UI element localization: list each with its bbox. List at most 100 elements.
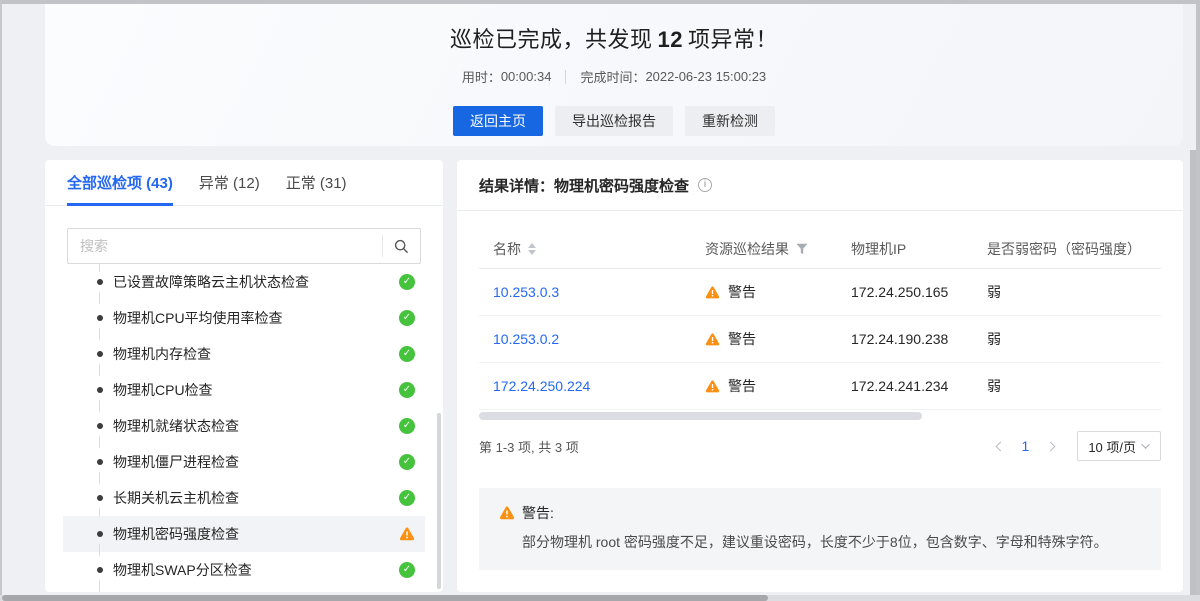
detail-title-label: 结果详情： <box>479 175 554 196</box>
tab-normal[interactable]: 正常 (31) <box>286 160 347 205</box>
warning-title: 警告: <box>522 503 554 523</box>
success-icon <box>399 346 415 362</box>
weak-cell: 弱 <box>987 376 1161 396</box>
back-home-button[interactable]: 返回主页 <box>453 106 543 136</box>
check-list-item[interactable]: 已设置故障策略云主机状态检查 <box>45 264 443 300</box>
next-page-button[interactable] <box>1039 435 1061 457</box>
current-page[interactable]: 1 <box>1022 438 1030 454</box>
tabs-bar: 全部巡检项 (43) 异常 (12) 正常 (31) <box>45 160 443 206</box>
bullet-icon <box>97 459 103 465</box>
page-size-select[interactable]: 10 项/页 <box>1077 431 1161 461</box>
title-suffix: 项异常！ <box>688 27 778 52</box>
tab-all-items[interactable]: 全部巡检项 (43) <box>67 160 173 205</box>
check-list-item[interactable]: 物理机SWAP分区检查 <box>45 552 443 588</box>
result-detail-panel: 结果详情： 物理机密码强度检查 名称 资源巡检结果 物理机IP 是否弱密码（密码… <box>457 160 1183 592</box>
duration-label: 用时： <box>462 67 501 86</box>
search-input[interactable] <box>68 238 382 254</box>
page-horizontal-scrollbar[interactable] <box>0 595 1200 601</box>
tab-abnormal[interactable]: 异常 (12) <box>199 160 260 205</box>
success-icon <box>399 274 415 290</box>
resource-link[interactable]: 172.24.250.224 <box>493 378 590 394</box>
success-icon <box>399 310 415 326</box>
weak-cell: 弱 <box>987 282 1161 302</box>
check-list-item-selected[interactable]: 物理机密码强度检查 <box>45 516 443 552</box>
table-horizontal-scrollbar[interactable] <box>479 412 922 420</box>
list-scrollbar[interactable] <box>437 413 441 589</box>
info-icon[interactable] <box>698 178 712 192</box>
finish-time-label: 完成时间： <box>580 67 645 86</box>
warning-message: 部分物理机 root 密码强度不足，建议重设密码，长度不少于8位，包含数字、字母… <box>522 532 1141 553</box>
window-border-right <box>1196 0 1200 601</box>
result-cell: 警告 <box>705 329 851 349</box>
sort-icon[interactable] <box>528 243 536 255</box>
bullet-icon <box>97 531 103 537</box>
warning-icon <box>499 505 515 521</box>
search-icon[interactable] <box>382 235 420 257</box>
success-icon <box>399 454 415 470</box>
finish-time-value: 2022-06-23 15:00:23 <box>645 69 766 84</box>
column-header-name[interactable]: 名称 <box>493 239 705 259</box>
ip-cell: 172.24.241.234 <box>851 378 987 394</box>
detail-title-value: 物理机密码强度检查 <box>554 175 689 196</box>
column-header-weak: 是否弱密码（密码强度） <box>987 239 1161 259</box>
bullet-icon <box>97 567 103 573</box>
page-horizontal-scrollbar-thumb[interactable] <box>2 595 768 601</box>
table-row: 172.24.250.224 警告 172.24.241.234 弱 <box>479 363 1161 410</box>
check-list-item[interactable]: 长期关机云主机检查 <box>45 480 443 516</box>
search-box <box>67 228 421 264</box>
recheck-button[interactable]: 重新检测 <box>685 106 775 136</box>
anomaly-count: 12 <box>658 27 683 52</box>
success-icon <box>399 418 415 434</box>
result-summary-header: 巡检已完成，共发现12项异常！ 用时： 00:00:34 完成时间： 2022-… <box>45 4 1183 146</box>
result-cell: 警告 <box>705 376 851 396</box>
warning-icon <box>705 379 720 394</box>
prev-page-button[interactable] <box>990 435 1012 457</box>
title-prefix: 巡检已完成，共发现 <box>450 27 653 52</box>
pagination-bar: 第 1-3 项, 共 3 项 1 10 项/页 <box>479 420 1161 472</box>
table-header-row: 名称 资源巡检结果 物理机IP 是否弱密码（密码强度） <box>479 229 1161 269</box>
weak-cell: 弱 <box>987 329 1161 349</box>
bullet-icon <box>97 315 103 321</box>
bullet-icon <box>97 495 103 501</box>
check-list-item[interactable]: 物理机CPU平均使用率检查 <box>45 300 443 336</box>
success-icon <box>399 490 415 506</box>
duration-value: 00:00:34 <box>501 69 552 84</box>
result-cell: 警告 <box>705 282 851 302</box>
bullet-icon <box>97 387 103 393</box>
warning-icon <box>399 526 415 542</box>
check-list-item[interactable]: 物理机CPU检查 <box>45 372 443 408</box>
inspection-meta: 用时： 00:00:34 完成时间： 2022-06-23 15:00:23 <box>45 67 1183 86</box>
column-header-ip: 物理机IP <box>851 239 987 259</box>
warning-icon <box>705 285 720 300</box>
bullet-icon <box>97 351 103 357</box>
check-list-item[interactable]: 物理机内存检查 <box>45 336 443 372</box>
chevron-right-icon <box>1045 441 1055 451</box>
chevron-left-icon <box>996 441 1006 451</box>
detail-body: 名称 资源巡检结果 物理机IP 是否弱密码（密码强度） 10.253.0.3 警… <box>457 229 1183 570</box>
check-list-item[interactable]: 物理机就绪状态检查 <box>45 408 443 444</box>
chevron-down-icon <box>1141 440 1149 448</box>
ip-cell: 172.24.250.165 <box>851 284 987 300</box>
resource-link[interactable]: 10.253.0.2 <box>493 331 559 347</box>
detail-header: 结果详情： 物理机密码强度检查 <box>457 160 1183 211</box>
inspection-items-panel: 全部巡检项 (43) 异常 (12) 正常 (31) 已设置故障策略云主机状态检… <box>45 160 443 592</box>
warning-icon <box>705 332 720 347</box>
warning-message-box: 警告: 部分物理机 root 密码强度不足，建议重设密码，长度不少于8位，包含数… <box>479 488 1161 570</box>
pagination-summary: 第 1-3 项, 共 3 项 <box>479 437 579 456</box>
bullet-icon <box>97 279 103 285</box>
resource-link[interactable]: 10.253.0.3 <box>493 284 559 300</box>
export-report-button[interactable]: 导出巡检报告 <box>555 106 673 136</box>
column-header-result[interactable]: 资源巡检结果 <box>705 239 851 259</box>
table-row: 10.253.0.3 警告 172.24.250.165 弱 <box>479 269 1161 316</box>
table-row: 10.253.0.2 警告 172.24.190.238 弱 <box>479 316 1161 363</box>
window-border-left <box>0 0 2 601</box>
check-list-item[interactable]: 物理机僵尸进程检查 <box>45 444 443 480</box>
page-vertical-scrollbar[interactable] <box>1190 150 1196 595</box>
check-list: 已设置故障策略云主机状态检查 物理机CPU平均使用率检查 物理机内存检查 物理机… <box>45 264 443 588</box>
header-actions: 返回主页 导出巡检报告 重新检测 <box>45 106 1183 136</box>
window-border-top <box>0 0 1200 4</box>
bullet-icon <box>97 423 103 429</box>
success-icon <box>399 382 415 398</box>
filter-icon[interactable] <box>796 243 808 255</box>
success-icon <box>399 562 415 578</box>
